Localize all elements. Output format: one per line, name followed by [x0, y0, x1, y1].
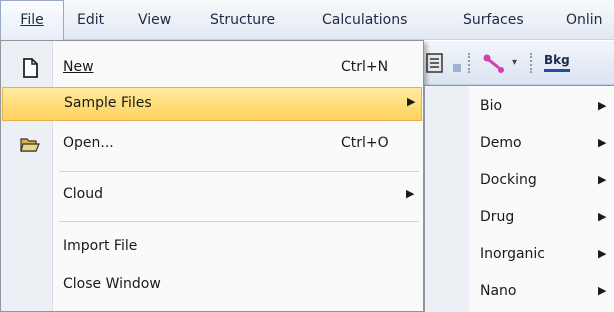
menu-calculations-label: Calculations [322, 12, 408, 28]
document-list-icon[interactable] [424, 51, 448, 75]
bond-tool-icon[interactable] [482, 51, 506, 75]
file-menu: New Ctrl+N Sample Files ▶ Open... Ctrl+O… [0, 40, 424, 312]
sample-files-submenu: Bio ▶ Demo ▶ Docking ▶ Drug ▶ Inorganic … [424, 85, 614, 312]
submenu-arrow-icon: ▶ [598, 136, 607, 149]
toolbar-separator [468, 53, 470, 73]
menu-structure-label: Structure [210, 12, 276, 28]
submenu-arrow-icon: ▶ [407, 95, 416, 108]
submenu-item-docking[interactable]: Docking ▶ [425, 164, 614, 200]
new-label: New [63, 59, 94, 75]
menu-online-label: Onlin [566, 12, 603, 28]
submenu-arrow-icon: ▶ [598, 247, 607, 260]
menu-separator [59, 171, 419, 172]
nano-label: Nano [480, 283, 517, 299]
new-document-icon [19, 57, 41, 79]
bond-tool-dropdown-icon[interactable]: ▾ [512, 57, 517, 68]
menu-structure[interactable]: Structure [210, 0, 275, 40]
menu-file[interactable]: File [0, 0, 64, 41]
menu-edit[interactable]: Edit [77, 0, 104, 40]
toolbar: ▾ Bkg [420, 41, 614, 85]
submenu-item-demo[interactable]: Demo ▶ [425, 127, 614, 163]
submenu-item-bio[interactable]: Bio ▶ [425, 90, 614, 126]
file-menu-item-close-window[interactable]: Close Window [2, 270, 422, 302]
menu-view[interactable]: View [138, 0, 171, 40]
drug-label: Drug [480, 209, 515, 225]
cloud-label: Cloud [63, 186, 103, 202]
file-menu-item-cloud[interactable]: Cloud ▶ [2, 180, 422, 212]
file-menu-item-new[interactable]: New Ctrl+N [2, 53, 422, 85]
submenu-arrow-icon: ▶ [598, 99, 607, 112]
file-menu-item-open[interactable]: Open... Ctrl+O [2, 129, 422, 161]
menu-view-label: View [138, 12, 172, 28]
submenu-item-inorganic[interactable]: Inorganic ▶ [425, 238, 614, 274]
submenu-arrow-icon: ▶ [598, 284, 607, 297]
file-menu-item-sample-files[interactable]: Sample Files ▶ [2, 87, 422, 121]
open-shortcut: Ctrl+O [341, 135, 389, 151]
menu-surfaces[interactable]: Surfaces [463, 0, 524, 40]
submenu-arrow-icon: ▶ [598, 210, 607, 223]
new-shortcut: Ctrl+N [341, 59, 389, 75]
toolbar-separator-2 [530, 53, 532, 73]
import-file-label: Import File [63, 238, 138, 254]
menu-bar: File Edit View Structure Calculations Su… [0, 0, 614, 41]
docking-label: Docking [480, 172, 537, 188]
submenu-arrow-icon: ▶ [406, 187, 415, 200]
close-window-label: Close Window [63, 276, 161, 292]
menu-online[interactable]: Onlin [566, 0, 603, 40]
open-label: Open... [63, 135, 114, 151]
menu-edit-label: Edit [77, 12, 105, 28]
file-menu-item-import-file[interactable]: Import File [2, 232, 422, 264]
menu-surfaces-label: Surfaces [463, 12, 524, 28]
toolbar-overflow-icon[interactable] [452, 61, 462, 72]
demo-label: Demo [480, 135, 522, 151]
open-folder-icon [19, 133, 41, 155]
background-color-button[interactable]: Bkg [544, 51, 570, 72]
submenu-item-drug[interactable]: Drug ▶ [425, 201, 614, 237]
menu-calculations[interactable]: Calculations [322, 0, 407, 40]
bio-label: Bio [480, 98, 503, 114]
submenu-item-nano[interactable]: Nano ▶ [425, 275, 614, 311]
submenu-arrow-icon: ▶ [598, 173, 607, 186]
sample-files-label: Sample Files [64, 95, 152, 111]
inorganic-label: Inorganic [480, 246, 546, 262]
menu-separator [59, 221, 419, 222]
menu-file-label: File [20, 12, 44, 28]
